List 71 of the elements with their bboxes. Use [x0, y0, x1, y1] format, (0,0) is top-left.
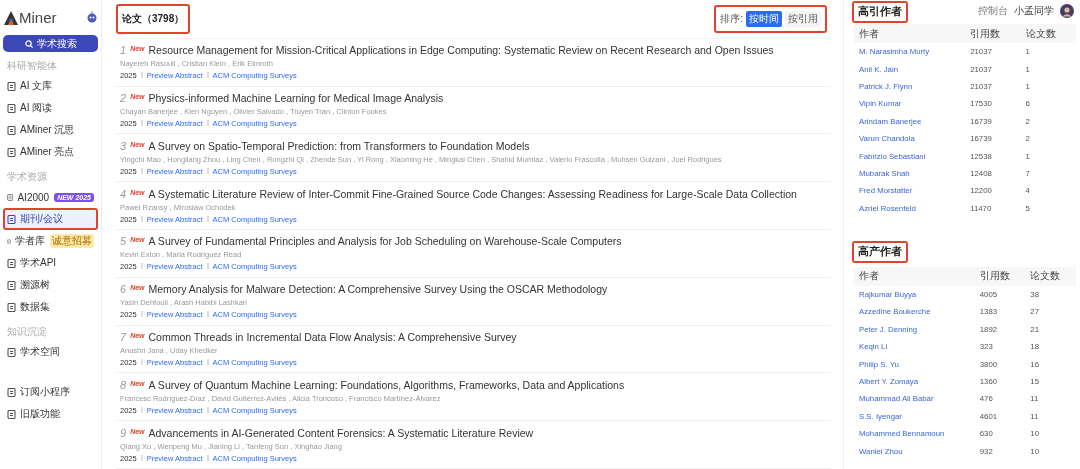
sort-option[interactable]: 按引用 [785, 10, 821, 27]
robot-icon [86, 11, 98, 23]
paper-title[interactable]: Memory Analysis for Malware Detection: A Comprehensive Survey Using the OSCAR Methodology [148, 283, 608, 296]
paper-title[interactable]: Resource Management for Mission-Critical Applications in Edge Computing: Systematic Review on Recent Research and Open Issues [148, 44, 774, 57]
paper-title[interactable]: Advancements in AI-Generated Content Forensics: A Systematic Literature Review [148, 426, 534, 439]
section-title: 论文（3798） [116, 3, 191, 34]
divider-icon [140, 453, 143, 462]
item-number: 7 [120, 331, 127, 343]
item-number: 2 [120, 92, 127, 104]
logo-icon [3, 9, 19, 26]
logo-text: Miner [19, 8, 57, 26]
divider-icon [140, 405, 143, 414]
item-number: 5 [120, 235, 127, 248]
nav-item[interactable]: AI 文库 [3, 75, 98, 97]
paper-title[interactable]: A Systematic Literature Review of Inter-Commit Fine-Grained Source Code Changes: Assessing Readiness for Large-Scale Data Collection [148, 187, 797, 200]
column-header: 论文数 [1025, 266, 1076, 286]
section-label: 知识沉淀 [7, 325, 48, 339]
search-icon [24, 39, 33, 48]
paper-title[interactable]: A Survey of Fundamental Principles and Analysis for Job Scheduling on Warehouse-Scale Computers [148, 235, 622, 248]
divider-icon [140, 262, 143, 271]
nav-item[interactable]: AMiner 亮点 [3, 141, 98, 163]
divider-icon [206, 71, 209, 80]
console-link[interactable]: 控制台 [978, 4, 1008, 18]
divider-icon [206, 453, 209, 462]
column-header: 作者 [854, 266, 975, 286]
divider-icon [140, 310, 143, 319]
card-title: 高产作者 [852, 241, 908, 264]
paper-title[interactable]: Common Threads in Incremental Data Flow Analysis: A Comprehensive Survey [148, 331, 517, 343]
paper-title[interactable]: A Survey on Spatio-Temporal Prediction: from Transformers to Foundation Models [148, 139, 530, 152]
item-number: 3 [120, 139, 127, 152]
divider-icon [206, 119, 209, 127]
item-number: 8 [120, 378, 127, 391]
nav-item[interactable]: AMiner 沉思 [3, 119, 98, 141]
nav-item[interactable]: 期刊/会议 [3, 208, 98, 230]
nav-item[interactable]: 学者库 诚意招募 [3, 230, 98, 252]
divider-icon [140, 119, 143, 127]
item-number: 6 [120, 283, 127, 296]
nav-item[interactable]: 学术API [3, 252, 98, 274]
item-number: 9 [120, 426, 127, 439]
item-number: 4 [120, 187, 127, 200]
column-header: 引用数 [974, 266, 1026, 286]
paper-title[interactable]: A Survey of Quantum Machine Learning: Foundations, Algorithms, Frameworks, Data and Applications [148, 378, 625, 391]
divider-icon [140, 71, 143, 80]
sort-option[interactable]: 按时间 [746, 10, 782, 27]
divider-icon [206, 405, 209, 414]
paper-title[interactable]: Physics-informed Machine Learning for Medical Image Analysis [148, 92, 444, 104]
section-label: 科研智能体 [7, 59, 58, 73]
nav-item[interactable]: 数据集 [3, 296, 98, 318]
nav-item[interactable]: 旧版功能 [3, 403, 98, 425]
avatar-icon [1060, 4, 1074, 18]
divider-icon [206, 262, 209, 271]
column-header: 论文数 [1020, 24, 1076, 43]
nav-item[interactable]: 订阅小程序 [3, 381, 98, 403]
divider-icon [140, 214, 143, 223]
column-header: 作者 [854, 24, 966, 43]
nav-item[interactable]: 学术空间 [3, 341, 98, 363]
section-label: 学术资源 [7, 170, 48, 184]
divider-icon [140, 166, 143, 175]
sort-label: 排序: [720, 11, 743, 26]
item-number: 1 [120, 44, 127, 57]
nav-item[interactable]: 溯源树 [3, 274, 98, 296]
divider-icon [206, 310, 209, 319]
divider-icon [206, 166, 209, 175]
search-button[interactable]: 学术搜索 [3, 35, 98, 52]
divider-icon [206, 358, 209, 366]
nav-item[interactable]: AI 阅读 [3, 97, 98, 119]
divider-icon [206, 214, 209, 223]
divider-icon [140, 358, 143, 366]
user-name[interactable]: 小孟同学 [1014, 4, 1054, 18]
column-header: 引用数 [965, 24, 1021, 43]
badge: 诚意招募 [50, 234, 94, 248]
